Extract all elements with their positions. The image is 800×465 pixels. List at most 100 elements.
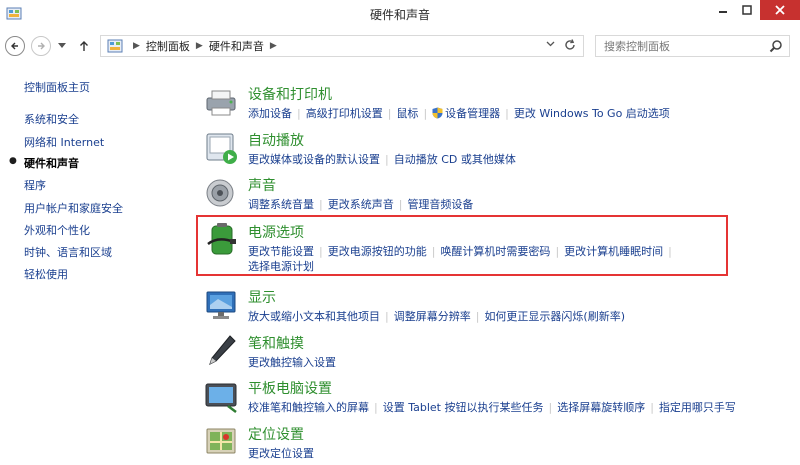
category-links: 更改定位设置 — [248, 446, 314, 461]
change-power-saving-link[interactable]: 更改节能设置 — [248, 245, 314, 258]
title-bar: 硬件和声音 — [0, 0, 800, 30]
mouse-link[interactable]: 鼠标 — [396, 107, 418, 120]
breadcrumb-separator[interactable]: ▶ — [133, 41, 140, 51]
control-panel-icon — [107, 39, 123, 53]
left-nav-system-security[interactable]: 系统和安全 — [24, 111, 79, 127]
pen-icon — [209, 335, 236, 365]
link-separator: | — [385, 153, 389, 166]
change-touch-input-settings-link[interactable]: 更改触控输入设置 — [248, 356, 336, 369]
refresh-button[interactable] — [563, 38, 577, 55]
category-title[interactable]: 电源选项 — [248, 222, 304, 242]
search-box[interactable] — [595, 35, 790, 57]
address-dropdown-button[interactable] — [546, 39, 555, 51]
left-nav-hardware-sound[interactable]: 硬件和声音 — [24, 155, 79, 171]
change-media-defaults-link[interactable]: 更改媒体或设备的默认设置 — [248, 153, 380, 166]
adjust-volume-link[interactable]: 调整系统音量 — [248, 198, 314, 211]
link-separator: | — [548, 401, 553, 414]
arrow-left-icon — [11, 42, 18, 50]
category-links: 放大或缩小文本和其他项目 | 调整屏幕分辨率 | 如何更正显示器闪烁(刷新率) — [248, 309, 625, 324]
chevron-down-icon — [546, 41, 555, 47]
add-device-link[interactable]: 添加设备 — [248, 107, 292, 120]
handedness-link[interactable]: 指定用哪只手写 — [659, 401, 736, 414]
location-icon — [206, 428, 236, 454]
link-separator: | — [423, 107, 428, 120]
forward-button[interactable] — [31, 36, 51, 56]
link-separator: | — [374, 401, 378, 414]
arrow-right-icon — [38, 42, 45, 50]
autoplay-icon — [206, 133, 237, 164]
control-panel-home-link[interactable]: 控制面板主页 — [24, 79, 90, 95]
close-icon — [775, 5, 785, 15]
category-title[interactable]: 平板电脑设置 — [248, 378, 332, 398]
search-icon[interactable] — [769, 39, 783, 53]
manage-audio-devices-link[interactable]: 管理音频设备 — [407, 198, 473, 211]
link-separator: | — [668, 245, 672, 258]
breadcrumb-separator[interactable]: ▶ — [270, 41, 277, 51]
category-links: 校准笔和触控输入的屏幕 | 设置 Tablet 按钮以执行某些任务 | 选择屏幕旋转顺序… — [248, 400, 736, 415]
make-text-larger-link[interactable]: 放大或缩小文本和其他项目 — [248, 310, 380, 323]
link-separator: | — [505, 107, 509, 120]
breadcrumb-hardware-sound[interactable]: 硬件和声音 — [209, 38, 264, 54]
category-title[interactable]: 定位设置 — [248, 424, 304, 444]
change-system-sounds-link[interactable]: 更改系统声音 — [328, 198, 394, 211]
link-separator: | — [297, 107, 301, 120]
left-nav-programs[interactable]: 程序 — [24, 177, 46, 193]
maximize-button[interactable] — [736, 0, 758, 20]
category-title[interactable]: 自动播放 — [248, 130, 304, 150]
close-button[interactable] — [760, 0, 800, 20]
breadcrumb-separator[interactable]: ▶ — [196, 41, 203, 51]
tablet-icon — [205, 383, 237, 413]
autoplay-cd-link[interactable]: 自动播放 CD 或其他媒体 — [394, 153, 516, 166]
speaker-icon — [206, 179, 234, 207]
category-title[interactable]: 显示 — [248, 287, 276, 307]
left-nav-network-internet[interactable]: 网络和 Internet — [24, 134, 104, 150]
link-separator: | — [555, 245, 560, 258]
category-links: 更改节能设置 | 更改电源按钮的功能 | 唤醒计算机时需要密码 | 更改计算机睡眠时间 | 选… — [248, 244, 677, 274]
search-input[interactable] — [596, 36, 766, 56]
window-title: 硬件和声音 — [369, 8, 430, 22]
change-power-button-link[interactable]: 更改电源按钮的功能 — [328, 245, 427, 258]
battery-icon — [207, 223, 236, 255]
category-links: 更改媒体或设备的默认设置 | 自动播放 CD 或其他媒体 — [248, 152, 516, 167]
choose-power-plan-link[interactable]: 选择电源计划 — [248, 260, 314, 273]
screen-rotation-order-link[interactable]: 选择屏幕旋转顺序 — [557, 401, 645, 414]
link-separator: | — [650, 401, 654, 414]
change-sleep-time-link[interactable]: 更改计算机睡眠时间 — [564, 245, 663, 258]
windows-to-go-link[interactable]: 更改 Windows To Go 启动选项 — [514, 107, 670, 120]
minimize-button[interactable] — [712, 0, 734, 20]
left-nav-user-accounts[interactable]: 用户帐户和家庭安全 — [24, 200, 123, 216]
monitor-icon — [206, 291, 236, 319]
device-manager-link[interactable]: 设备管理器 — [445, 107, 500, 120]
left-nav-ease-of-access[interactable]: 轻松使用 — [24, 266, 68, 282]
address-bar[interactable]: ▶ 控制面板 ▶ 硬件和声音 ▶ — [100, 35, 584, 57]
link-separator: | — [319, 245, 323, 258]
category-title[interactable]: 声音 — [248, 175, 276, 195]
back-button[interactable] — [5, 36, 25, 56]
up-button[interactable] — [74, 36, 94, 56]
advanced-printer-setup-link[interactable]: 高级打印机设置 — [306, 107, 383, 120]
category-links: 调整系统音量 | 更改系统声音 | 管理音频设备 — [248, 197, 473, 212]
breadcrumb-control-panel[interactable]: 控制面板 — [146, 38, 190, 54]
tablet-buttons-link[interactable]: 设置 Tablet 按钮以执行某些任务 — [383, 401, 544, 414]
fix-monitor-flicker-link[interactable]: 如何更正显示器闪烁(刷新率) — [484, 310, 625, 323]
recent-locations-button[interactable] — [55, 36, 69, 56]
require-password-on-wake-link[interactable]: 唤醒计算机时需要密码 — [440, 245, 550, 258]
calibrate-screen-link[interactable]: 校准笔和触控输入的屏幕 — [248, 401, 369, 414]
link-separator: | — [385, 310, 389, 323]
left-nav-clock-language-region[interactable]: 时钟、语言和区域 — [24, 244, 112, 260]
adjust-resolution-link[interactable]: 调整屏幕分辨率 — [394, 310, 471, 323]
link-separator: | — [475, 310, 480, 323]
maximize-icon — [742, 5, 752, 15]
category-links: 更改触控输入设置 — [248, 355, 336, 370]
link-separator: | — [319, 198, 323, 211]
link-separator: | — [398, 198, 403, 211]
left-nav-appearance[interactable]: 外观和个性化 — [24, 222, 90, 238]
change-location-settings-link[interactable]: 更改定位设置 — [248, 447, 314, 460]
link-separator: | — [387, 107, 392, 120]
category-title[interactable]: 笔和触摸 — [248, 333, 304, 353]
category-title[interactable]: 设备和打印机 — [248, 84, 332, 104]
minimize-icon — [719, 11, 727, 13]
chevron-down-icon — [58, 43, 66, 48]
printer-icon — [206, 90, 236, 116]
active-bullet-icon: ● — [9, 156, 17, 166]
